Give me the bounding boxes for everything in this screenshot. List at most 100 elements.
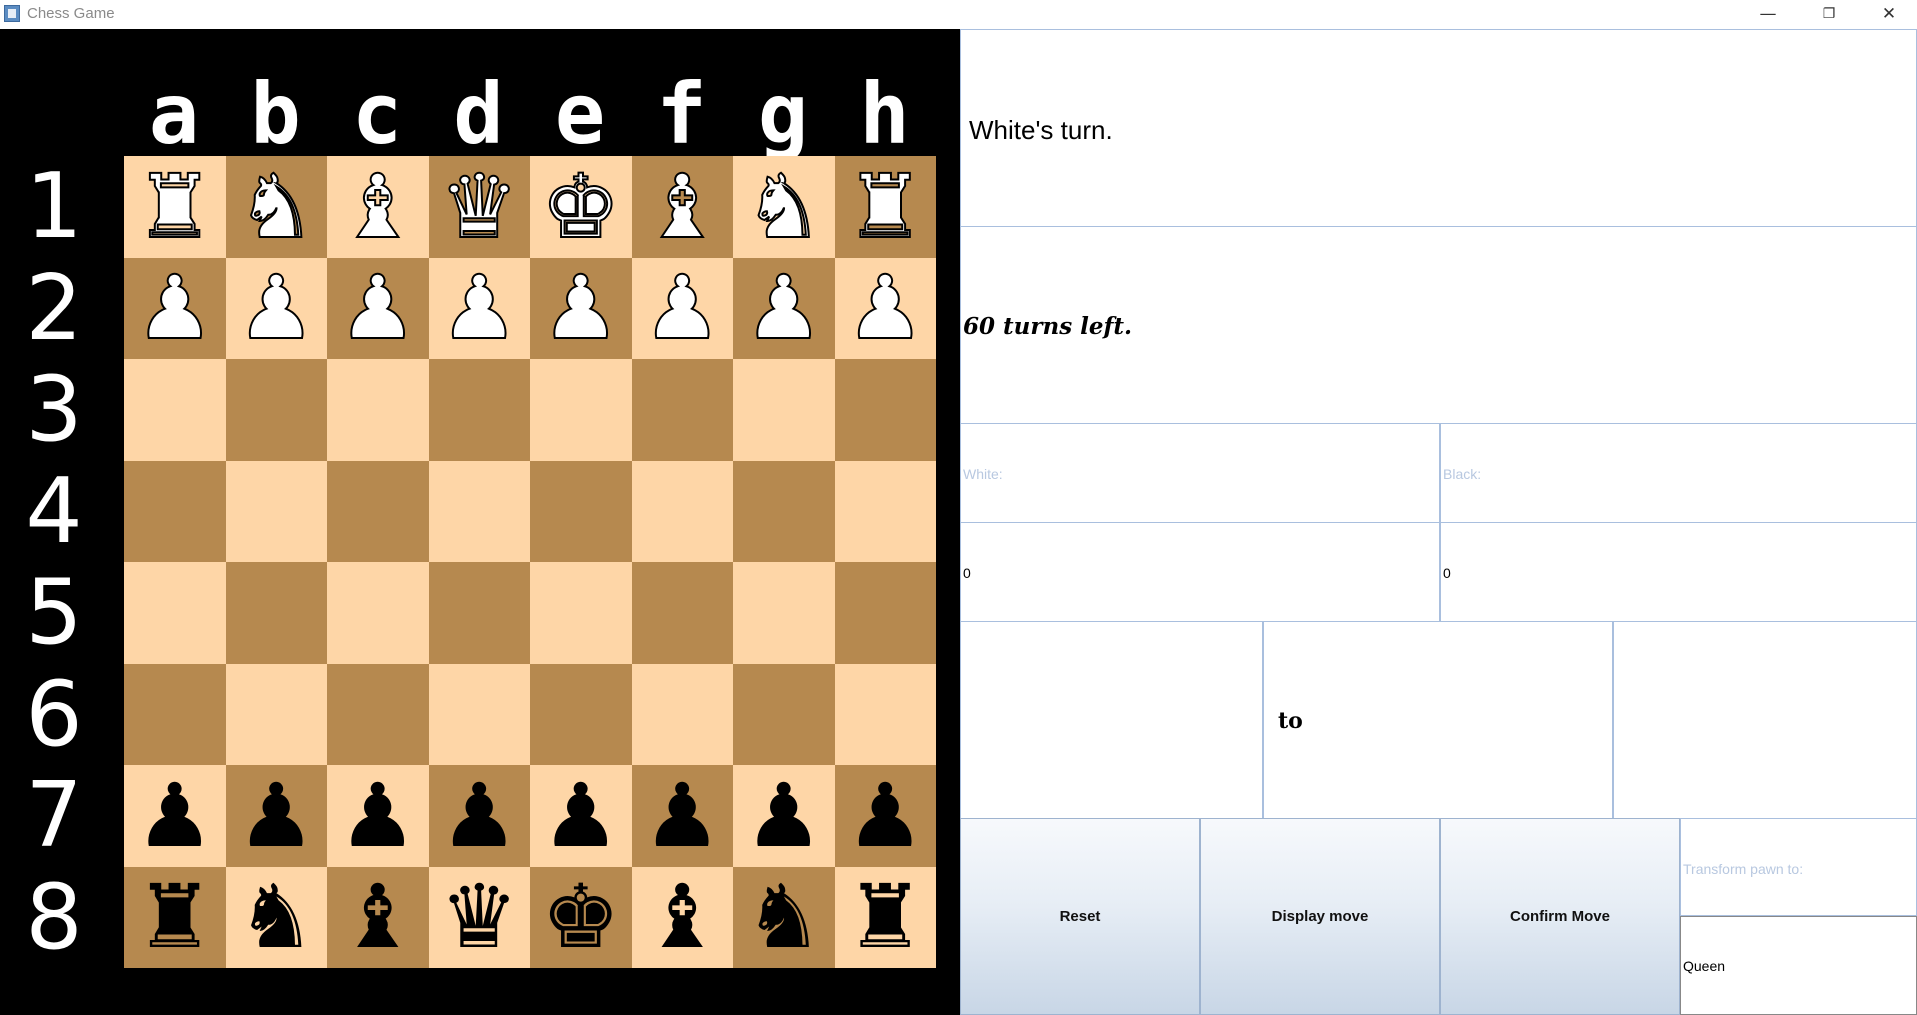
- square-a5[interactable]: [124, 562, 226, 664]
- black-pawn-icon[interactable]: ♟: [541, 765, 620, 866]
- square-h7[interactable]: ♟: [834, 765, 936, 867]
- square-a8[interactable]: ♜: [124, 866, 226, 968]
- black-pawn-icon[interactable]: ♟: [643, 765, 722, 866]
- white-pawn-icon[interactable]: ♟: [134, 258, 215, 359]
- white-king-icon[interactable]: ♚: [540, 156, 621, 257]
- square-h1[interactable]: ♜: [834, 156, 936, 258]
- square-c6[interactable]: [327, 663, 429, 765]
- square-d7[interactable]: ♟: [428, 765, 530, 867]
- white-pawn-icon[interactable]: ♟: [236, 258, 317, 359]
- square-e5[interactable]: [530, 562, 632, 664]
- square-h6[interactable]: [834, 663, 936, 765]
- square-d3[interactable]: [428, 359, 530, 461]
- square-d8[interactable]: ♛: [428, 866, 530, 968]
- black-pawn-icon[interactable]: ♟: [744, 765, 823, 866]
- square-c3[interactable]: [327, 359, 429, 461]
- minimize-button[interactable]: —: [1745, 0, 1791, 29]
- square-g6[interactable]: [733, 663, 835, 765]
- white-pawn-icon[interactable]: ♟: [439, 258, 520, 359]
- square-f7[interactable]: ♟: [631, 765, 733, 867]
- square-b5[interactable]: [225, 562, 327, 664]
- black-pawn-icon[interactable]: ♟: [237, 765, 316, 866]
- black-pawn-icon[interactable]: ♟: [440, 765, 519, 866]
- black-pawn-icon[interactable]: ♟: [338, 765, 417, 866]
- black-knight-icon[interactable]: ♞: [744, 867, 823, 967]
- square-h2[interactable]: ♟: [834, 257, 936, 359]
- black-pawn-icon[interactable]: ♟: [846, 765, 925, 866]
- black-bishop-icon[interactable]: ♝: [338, 867, 417, 967]
- white-pawn-icon[interactable]: ♟: [337, 258, 418, 359]
- white-pawn-icon[interactable]: ♟: [845, 258, 926, 359]
- square-e3[interactable]: [530, 359, 632, 461]
- square-h5[interactable]: [834, 562, 936, 664]
- square-g4[interactable]: [733, 460, 835, 562]
- square-f5[interactable]: [631, 562, 733, 664]
- black-pawn-icon[interactable]: ♟: [135, 765, 214, 866]
- square-h3[interactable]: [834, 359, 936, 461]
- square-f4[interactable]: [631, 460, 733, 562]
- square-g3[interactable]: [733, 359, 835, 461]
- square-b3[interactable]: [225, 359, 327, 461]
- square-c2[interactable]: ♟: [327, 257, 429, 359]
- square-e7[interactable]: ♟: [530, 765, 632, 867]
- maximize-button[interactable]: ❐: [1806, 0, 1852, 29]
- square-g7[interactable]: ♟: [733, 765, 835, 867]
- white-queen-icon[interactable]: ♛: [439, 156, 520, 257]
- square-c5[interactable]: [327, 562, 429, 664]
- square-e1[interactable]: ♚: [530, 156, 632, 258]
- white-bishop-icon[interactable]: ♝: [337, 156, 418, 257]
- square-e4[interactable]: [530, 460, 632, 562]
- black-queen-icon[interactable]: ♛: [440, 867, 519, 967]
- display-move-button[interactable]: Display move: [1200, 818, 1440, 1015]
- square-d5[interactable]: [428, 562, 530, 664]
- square-h8[interactable]: ♜: [834, 866, 936, 968]
- white-pawn-icon[interactable]: ♟: [642, 258, 723, 359]
- square-d4[interactable]: [428, 460, 530, 562]
- square-f1[interactable]: ♝: [631, 156, 733, 258]
- white-rook-icon[interactable]: ♜: [134, 156, 215, 257]
- black-rook-icon[interactable]: ♜: [135, 867, 214, 967]
- square-b7[interactable]: ♟: [225, 765, 327, 867]
- white-rook-icon[interactable]: ♜: [845, 156, 926, 257]
- white-pawn-icon[interactable]: ♟: [743, 258, 824, 359]
- black-knight-icon[interactable]: ♞: [237, 867, 316, 967]
- black-bishop-icon[interactable]: ♝: [643, 867, 722, 967]
- square-h4[interactable]: [834, 460, 936, 562]
- square-d6[interactable]: [428, 663, 530, 765]
- square-a7[interactable]: ♟: [124, 765, 226, 867]
- move-dest-field[interactable]: [1613, 621, 1917, 819]
- square-g5[interactable]: [733, 562, 835, 664]
- black-rook-icon[interactable]: ♜: [846, 867, 925, 967]
- square-b1[interactable]: ♞: [225, 156, 327, 258]
- white-pawn-icon[interactable]: ♟: [540, 258, 621, 359]
- square-b2[interactable]: ♟: [225, 257, 327, 359]
- square-g1[interactable]: ♞: [733, 156, 835, 258]
- transform-pawn-input[interactable]: Queen: [1680, 916, 1917, 1015]
- confirm-move-button[interactable]: Confirm Move: [1440, 818, 1680, 1015]
- square-a2[interactable]: ♟: [124, 257, 226, 359]
- close-button[interactable]: ✕: [1866, 0, 1912, 29]
- square-a1[interactable]: ♜: [124, 156, 226, 258]
- move-from-field[interactable]: [960, 621, 1263, 819]
- square-e6[interactable]: [530, 663, 632, 765]
- square-b8[interactable]: ♞: [225, 866, 327, 968]
- square-b6[interactable]: [225, 663, 327, 765]
- square-f2[interactable]: ♟: [631, 257, 733, 359]
- square-a3[interactable]: [124, 359, 226, 461]
- square-c7[interactable]: ♟: [327, 765, 429, 867]
- black-king-icon[interactable]: ♚: [541, 867, 620, 967]
- reset-button[interactable]: Reset: [960, 818, 1200, 1015]
- square-g8[interactable]: ♞: [733, 866, 835, 968]
- white-knight-icon[interactable]: ♞: [236, 156, 317, 257]
- square-c4[interactable]: [327, 460, 429, 562]
- white-knight-icon[interactable]: ♞: [743, 156, 824, 257]
- square-a6[interactable]: [124, 663, 226, 765]
- square-c1[interactable]: ♝: [327, 156, 429, 258]
- square-f3[interactable]: [631, 359, 733, 461]
- square-e2[interactable]: ♟: [530, 257, 632, 359]
- white-bishop-icon[interactable]: ♝: [642, 156, 723, 257]
- square-g2[interactable]: ♟: [733, 257, 835, 359]
- square-e8[interactable]: ♚: [530, 866, 632, 968]
- square-d1[interactable]: ♛: [428, 156, 530, 258]
- square-f6[interactable]: [631, 663, 733, 765]
